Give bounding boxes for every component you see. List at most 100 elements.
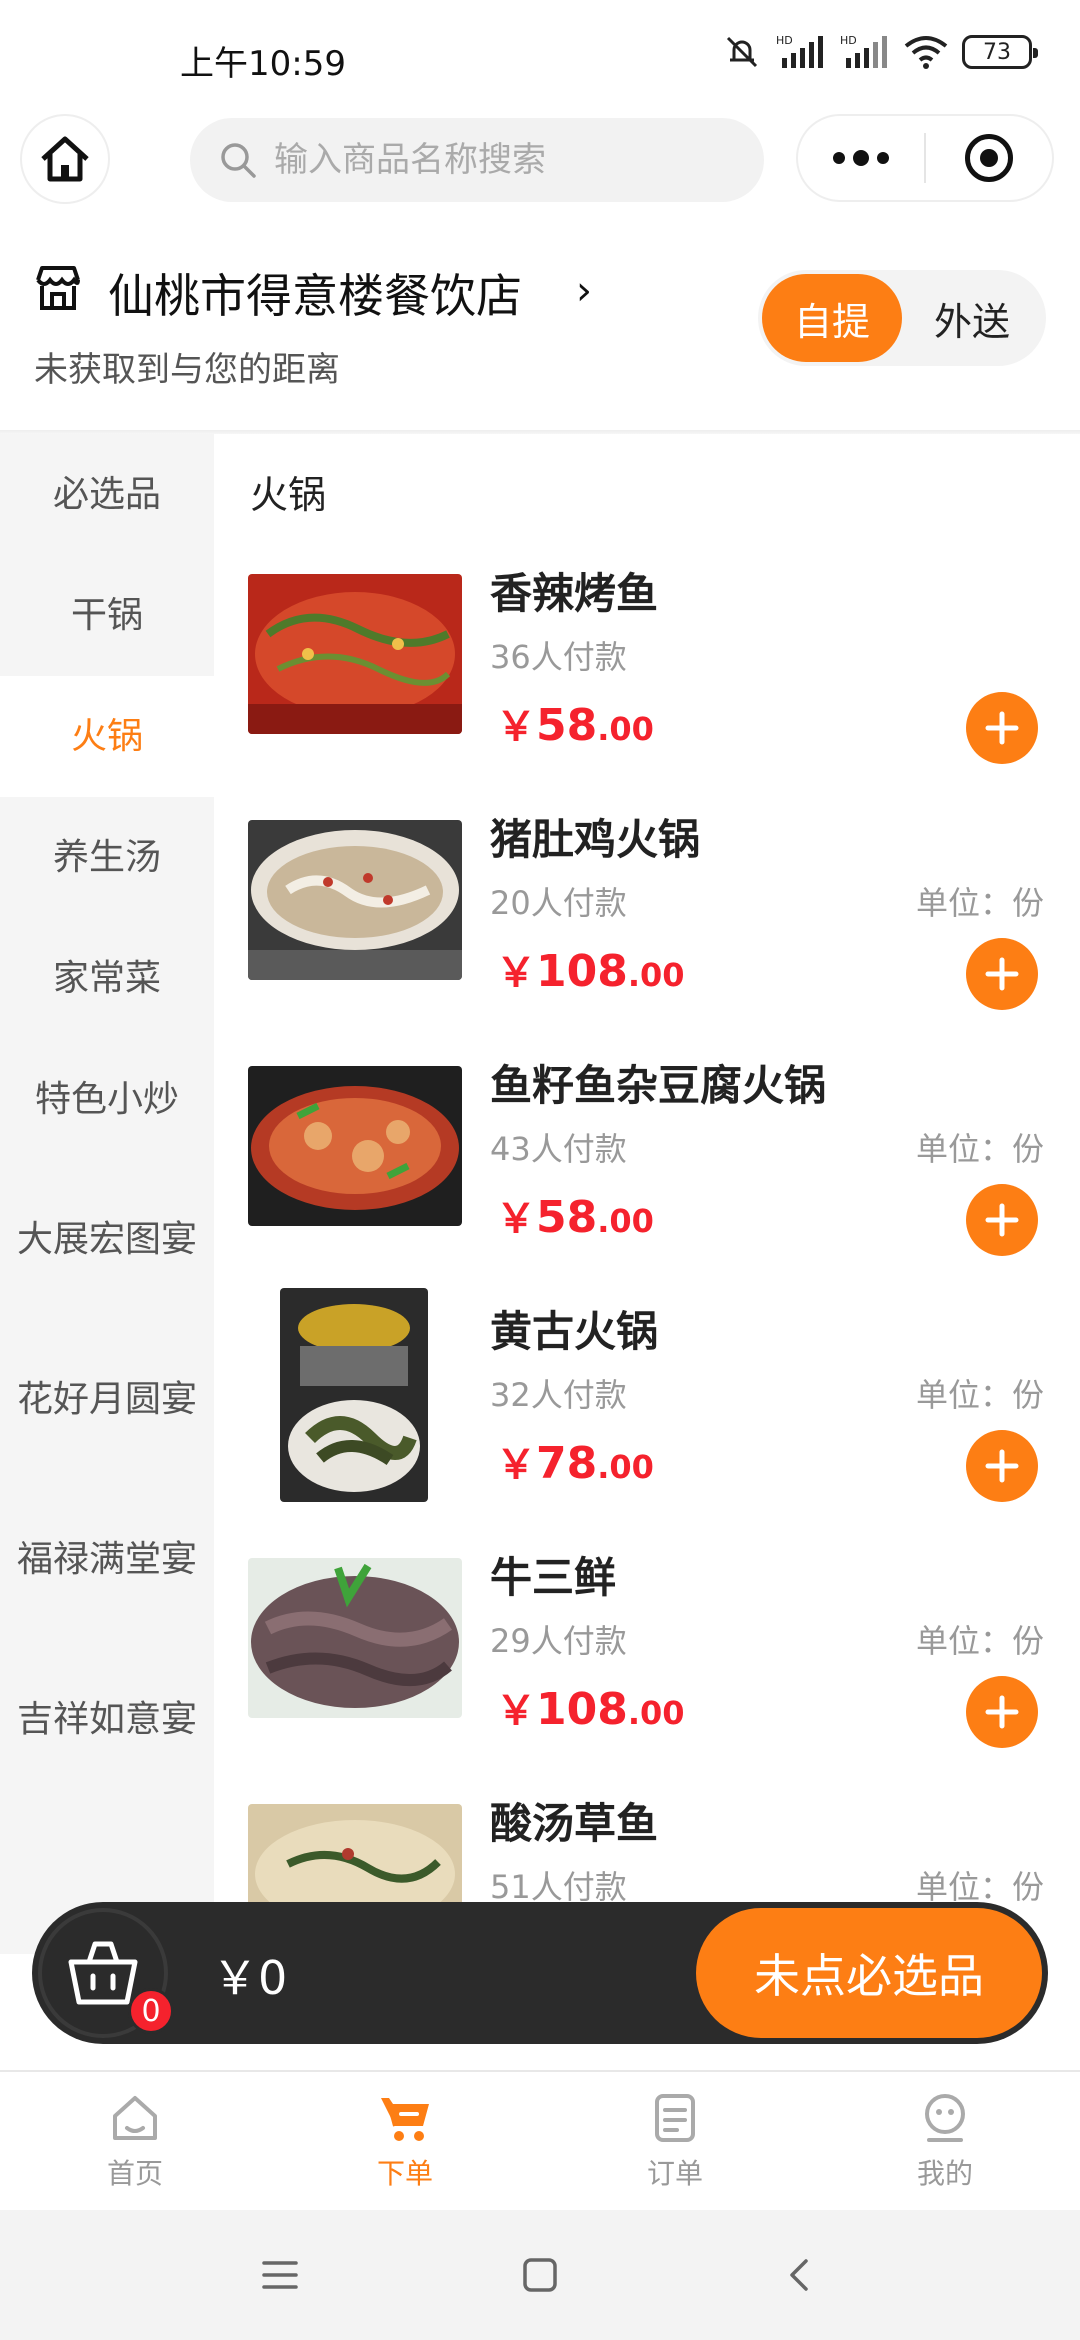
category-item[interactable]: 家常菜: [0, 918, 214, 1039]
category-item[interactable]: 大展宏图宴: [0, 1160, 214, 1320]
basket-icon: [68, 1941, 138, 2005]
tab-profile[interactable]: 我的: [810, 2072, 1080, 2210]
category-item[interactable]: 必选品: [0, 434, 214, 555]
product-name: 牛三鲜: [490, 1553, 617, 1602]
mute-bell-icon: [726, 36, 758, 68]
product-image[interactable]: [248, 820, 462, 980]
product-list: 火锅 香辣烤鱼 36人付款 ￥58.00 猪肚鸡火锅 20人付款 单位：份 ￥1…: [214, 434, 1080, 1954]
product-sales: 32人付款: [490, 1376, 627, 1414]
system-nav-bar: [0, 2210, 1080, 2340]
plus-icon: [985, 711, 1019, 745]
delivery-option[interactable]: 外送: [902, 274, 1042, 362]
status-icons: HD HD 73: [722, 32, 1038, 72]
status-bar: 上午10:59 HD HD 73: [0, 0, 1080, 110]
plus-icon: [985, 1695, 1019, 1729]
product-unit: 单位：份: [915, 1622, 1044, 1660]
product-unit: 单位：份: [915, 884, 1044, 922]
category-item[interactable]: 干锅: [0, 555, 214, 676]
product-price: ￥78.00: [496, 1438, 654, 1489]
svg-text:HD: HD: [776, 34, 793, 47]
search-input[interactable]: [274, 140, 714, 180]
product-image[interactable]: [248, 1558, 462, 1718]
category-item[interactable]: 福禄满堂宴: [0, 1480, 214, 1640]
plus-icon: [985, 1203, 1019, 1237]
home-button[interactable]: [20, 114, 110, 204]
tab-order-now[interactable]: 下单: [270, 2072, 540, 2210]
cart-bar: 0 ￥0 未点必选品: [32, 1902, 1048, 2044]
product-sales: 43人付款: [490, 1130, 627, 1168]
home-icon: [113, 2096, 157, 2140]
tab-orders[interactable]: 订单: [540, 2072, 810, 2210]
product-name: 猪肚鸡火锅: [490, 815, 701, 864]
product-name: 香辣烤鱼: [490, 569, 659, 618]
product-name: 酸汤草鱼: [490, 1799, 659, 1848]
store-header: 仙桃市得意楼餐饮店 › 未获取到与您的距离 自提 外送: [0, 230, 1080, 430]
product-item[interactable]: 猪肚鸡火锅 20人付款 单位：份 ￥108.00: [214, 796, 1080, 1042]
product-image[interactable]: [248, 1066, 462, 1226]
product-price: ￥108.00: [496, 1684, 685, 1735]
home-icon: [41, 136, 89, 182]
product-price: ￥58.00: [496, 700, 654, 751]
cart-total: ￥0: [212, 1951, 288, 2005]
add-to-cart-button[interactable]: [966, 938, 1038, 1010]
product-price: ￥58.00: [496, 1192, 654, 1243]
product-image[interactable]: [248, 574, 462, 734]
delivery-mode-toggle: 自提 外送: [758, 270, 1046, 366]
product-unit: 单位：份: [915, 1376, 1044, 1414]
product-item[interactable]: 黄古火锅 32人付款 单位：份 ￥78.00: [214, 1288, 1080, 1534]
product-item[interactable]: 牛三鲜 29人付款 单位：份 ￥108.00: [214, 1534, 1080, 1780]
status-time: 上午10:59: [180, 44, 346, 84]
product-item[interactable]: 鱼籽鱼杂豆腐火锅 43人付款 单位：份 ￥58.00: [214, 1042, 1080, 1288]
search-icon: [221, 143, 256, 178]
category-sidebar: 必选品 干锅 火锅 养生汤 家常菜 特色小炒 大展宏图宴 花好月圆宴 福禄满堂宴…: [0, 434, 214, 1954]
cart-icon: [381, 2098, 429, 2141]
category-item[interactable]: 吉祥如意宴: [0, 1640, 214, 1800]
search-bar[interactable]: [190, 118, 764, 202]
tab-label: 我的: [916, 2157, 973, 2190]
signal-hd-2-icon: HD: [840, 34, 887, 68]
add-to-cart-button[interactable]: [966, 1430, 1038, 1502]
tab-label: 首页: [106, 2157, 163, 2190]
product-item[interactable]: 香辣烤鱼 36人付款 ￥58.00: [214, 550, 1080, 796]
add-to-cart-button[interactable]: [966, 1676, 1038, 1748]
product-sales: 29人付款: [490, 1622, 627, 1660]
home-square-icon[interactable]: [520, 2255, 560, 2295]
category-item[interactable]: 特色小炒: [0, 1039, 214, 1160]
signal-hd-icon: HD: [776, 34, 823, 68]
tab-label: 下单: [376, 2157, 433, 2190]
add-to-cart-button[interactable]: [966, 1184, 1038, 1256]
plus-icon: [985, 957, 1019, 991]
checkout-button[interactable]: 未点必选品: [696, 1908, 1042, 2038]
wifi-icon: [904, 36, 948, 69]
target-icon: [964, 134, 1013, 182]
product-unit: 单位：份: [915, 1130, 1044, 1168]
category-item-active[interactable]: 火锅: [0, 676, 214, 797]
shop-icon: [36, 266, 80, 310]
store-distance: 未获取到与您的距离: [34, 350, 340, 390]
back-icon[interactable]: [780, 2255, 820, 2295]
section-title: 火锅: [250, 473, 327, 517]
pickup-option[interactable]: 自提: [762, 274, 902, 362]
product-name: 鱼籽鱼杂豆腐火锅: [490, 1061, 827, 1110]
product-sales: 36人付款: [490, 638, 627, 676]
category-item[interactable]: 花好月圆宴: [0, 1320, 214, 1480]
category-item[interactable]: 养生汤: [0, 797, 214, 918]
profile-icon: [925, 2094, 965, 2142]
battery-icon: 73: [962, 35, 1038, 69]
order-icon: [655, 2094, 695, 2142]
bottom-tab-bar: 首页 下单 订单 我的: [0, 2070, 1080, 2210]
product-name: 黄古火锅: [490, 1307, 659, 1356]
menu-icon[interactable]: [260, 2257, 300, 2293]
product-price: ￥108.00: [496, 946, 685, 997]
plus-icon: [985, 1449, 1019, 1483]
miniapp-close-button[interactable]: [926, 116, 1052, 200]
product-image[interactable]: [280, 1288, 428, 1502]
store-name[interactable]: 仙桃市得意楼餐饮店: [108, 260, 522, 326]
chevron-right-icon[interactable]: ›: [576, 268, 592, 314]
more-menu-button[interactable]: [798, 116, 924, 200]
add-to-cart-button[interactable]: [966, 692, 1038, 764]
tab-home[interactable]: 首页: [0, 2072, 270, 2210]
product-sales: 20人付款: [490, 884, 627, 922]
tab-label: 订单: [646, 2157, 703, 2190]
svg-text:HD: HD: [840, 34, 857, 47]
